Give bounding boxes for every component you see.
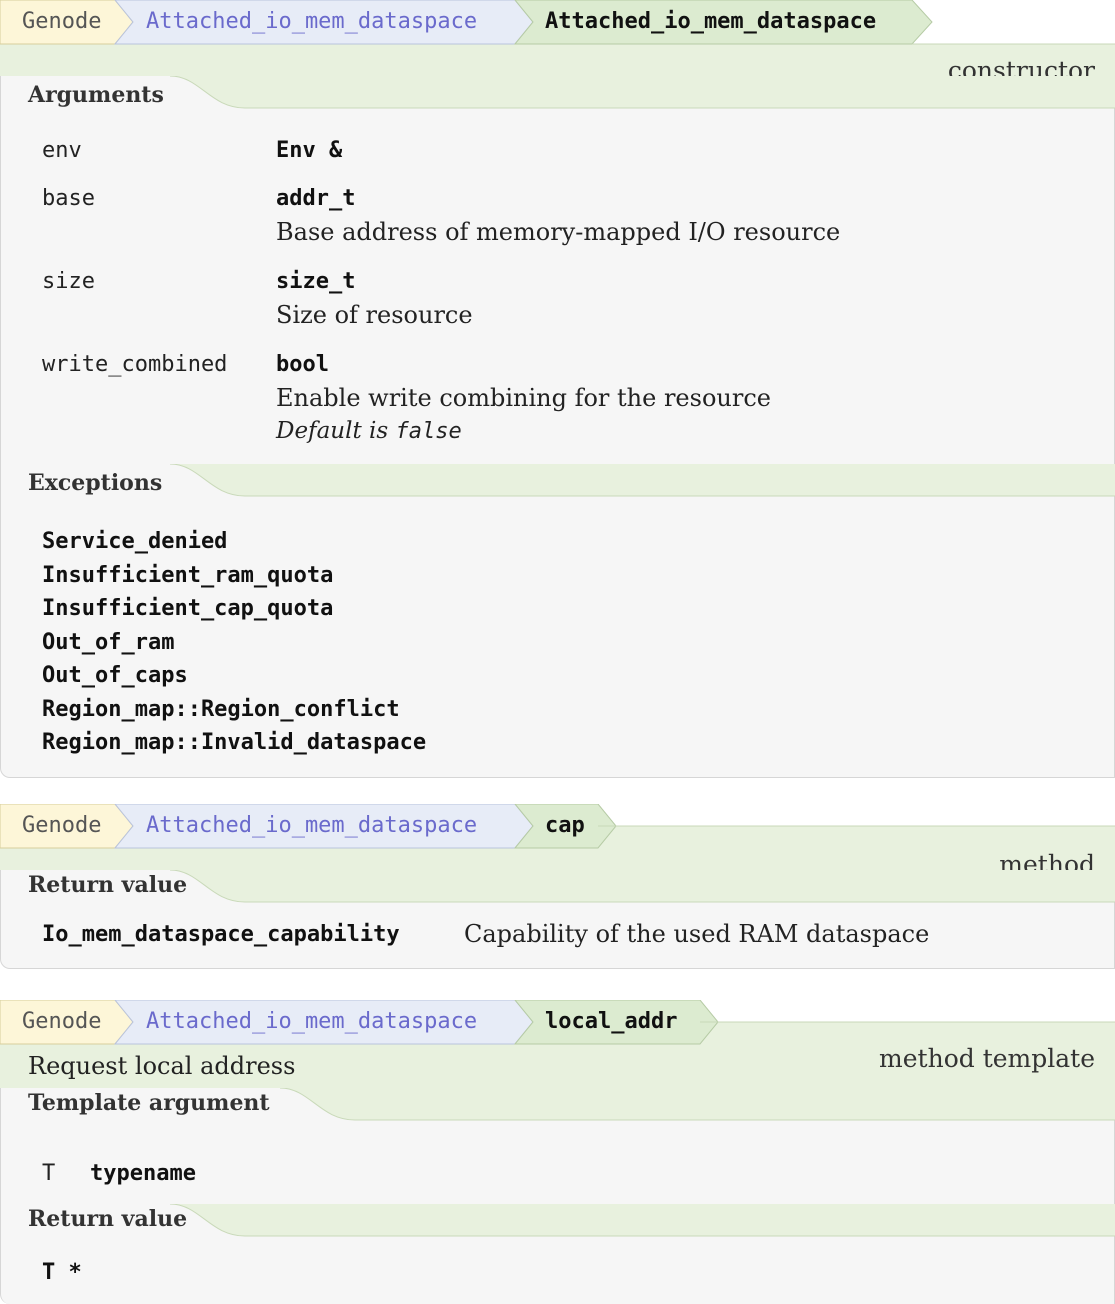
breadcrumb-genode-link[interactable]: Genode xyxy=(22,0,101,44)
entry-brief: Request local address xyxy=(28,1052,296,1080)
return-type: T * xyxy=(42,1260,82,1285)
exceptions-title: Exceptions xyxy=(28,470,163,496)
return-section-header: Return value xyxy=(0,1204,1115,1250)
arg-name: base xyxy=(42,186,95,211)
arg-type: Env & xyxy=(276,138,343,163)
exception-item: Out_of_ram xyxy=(42,630,175,655)
return-title: Return value xyxy=(28,1206,188,1232)
arg-name: env xyxy=(42,138,82,163)
arg-name: size xyxy=(42,269,95,294)
exception-item: Insufficient_ram_quota xyxy=(42,563,334,588)
doc-entry-local-addr: Genode Attached_io_mem_dataspace local_a… xyxy=(0,1000,1115,1304)
breadcrumb-class-link[interactable]: Attached_io_mem_dataspace xyxy=(146,0,477,44)
exception-item: Region_map::Region_conflict xyxy=(42,697,400,722)
breadcrumb-genode-link[interactable]: Genode xyxy=(22,1000,101,1044)
entry-kind: method template xyxy=(879,1044,1095,1073)
exception-item: Service_denied xyxy=(42,529,228,554)
arguments-section-header: Arguments xyxy=(0,76,1115,122)
doc-entry-cap: Genode Attached_io_mem_dataspace cap met… xyxy=(0,804,1115,969)
exception-item: Out_of_caps xyxy=(42,663,188,688)
exceptions-section-header: Exceptions xyxy=(0,464,1115,510)
arg-default-value: false xyxy=(395,419,462,444)
breadcrumb-genode-link[interactable]: Genode xyxy=(22,804,101,848)
exception-item: Insufficient_cap_quota xyxy=(42,596,334,621)
template-title: Template argument xyxy=(28,1090,270,1116)
template-arg-type: typename xyxy=(90,1161,196,1186)
breadcrumb-member: Attached_io_mem_dataspace xyxy=(545,9,877,34)
template-section-header: Template argument xyxy=(0,1088,1115,1134)
arg-description: Base address of memory-mapped I/O resour… xyxy=(276,218,841,246)
doc-entry-constructor: Genode Attached_io_mem_dataspace Attache… xyxy=(0,0,1115,778)
return-section-header: Return value xyxy=(0,870,1115,916)
exception-item: Region_map::Invalid_dataspace xyxy=(42,730,427,755)
arg-name: write_combined xyxy=(42,352,228,377)
return-type: Io_mem_dataspace_capability xyxy=(42,922,400,947)
arg-type: addr_t xyxy=(276,186,356,211)
return-title: Return value xyxy=(28,872,188,898)
arguments-title: Arguments xyxy=(28,82,164,108)
arg-description: Size of resource xyxy=(276,301,473,329)
breadcrumb-class-link[interactable]: Attached_io_mem_dataspace xyxy=(146,804,477,848)
return-description: Capability of the used RAM dataspace xyxy=(464,920,930,948)
template-arg-name: T xyxy=(42,1161,56,1186)
arg-description: Enable write combining for the resource xyxy=(276,384,771,412)
arg-default: Default is false xyxy=(276,418,462,444)
breadcrumb-class-link[interactable]: Attached_io_mem_dataspace xyxy=(146,1000,477,1044)
breadcrumb-member: local_addr xyxy=(545,1009,678,1034)
arg-type: size_t xyxy=(276,269,356,294)
breadcrumb-member: cap xyxy=(545,813,585,838)
arg-type: bool xyxy=(276,352,329,377)
